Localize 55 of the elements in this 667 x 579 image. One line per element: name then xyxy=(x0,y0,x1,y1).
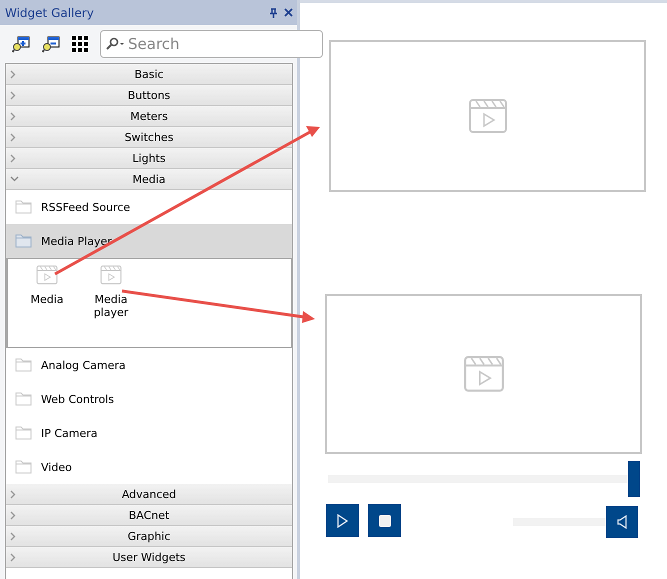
category-header[interactable]: Basic xyxy=(6,64,292,85)
gallery-item[interactable]: Web Controls xyxy=(6,382,292,416)
category-header[interactable]: Buttons xyxy=(6,85,292,106)
chevron-right-icon xyxy=(10,70,16,78)
gallery-item[interactable]: RSSFeed Source xyxy=(6,190,292,224)
clapperboard-icon xyxy=(468,98,508,134)
folder-icon xyxy=(15,392,32,406)
gallery-item[interactable]: IP Camera xyxy=(6,416,292,450)
gallery-item[interactable]: Video xyxy=(6,450,292,484)
search-field[interactable]: Search xyxy=(100,30,323,58)
folder-icon xyxy=(15,426,32,440)
chevron-right-icon xyxy=(10,510,16,520)
zoom-in-grid-icon[interactable] xyxy=(12,35,30,53)
chevron-right-icon xyxy=(10,132,16,142)
clapperboard-icon xyxy=(36,265,58,285)
clapperboard-icon xyxy=(462,355,504,393)
chevron-right-icon xyxy=(10,490,16,498)
progress-slider[interactable] xyxy=(328,461,640,497)
gallery-item[interactable]: Media Player xyxy=(6,224,292,258)
close-icon[interactable] xyxy=(284,8,293,17)
widget-label[interactable]: Media player xyxy=(86,292,136,319)
slider-thumb[interactable] xyxy=(628,461,640,497)
category-header[interactable]: Meters xyxy=(6,106,292,127)
search-icon xyxy=(105,37,125,51)
panel-title: Widget Gallery xyxy=(5,6,95,20)
chevron-down-icon xyxy=(10,176,19,182)
chevron-right-icon xyxy=(10,532,16,540)
stop-icon xyxy=(378,514,390,526)
folder-icon xyxy=(15,460,32,474)
category-header[interactable]: Advanced xyxy=(6,484,292,505)
chevron-right-icon xyxy=(10,112,16,120)
category-header[interactable]: User Widgets xyxy=(6,547,292,568)
category-header[interactable]: Media xyxy=(6,169,292,190)
pin-icon[interactable] xyxy=(269,8,278,18)
grid-icon[interactable] xyxy=(72,36,88,52)
stop-button[interactable] xyxy=(368,504,401,537)
chevron-right-icon xyxy=(10,154,16,162)
folder-icon xyxy=(15,234,32,248)
speaker-icon xyxy=(617,515,627,529)
category-header[interactable]: Switches xyxy=(6,127,292,148)
category-header[interactable]: Graphic xyxy=(6,526,292,547)
volume-button[interactable] xyxy=(606,506,638,538)
chevron-right-icon xyxy=(10,90,16,100)
zoom-out-grid-icon[interactable] xyxy=(42,35,60,53)
folder-icon xyxy=(15,358,32,372)
widget-label[interactable]: Media xyxy=(30,292,64,306)
play-button[interactable] xyxy=(326,504,359,537)
clapperboard-icon xyxy=(100,265,122,285)
folder-icon xyxy=(15,200,32,214)
gallery-item[interactable]: Analog Camera xyxy=(6,348,292,382)
play-icon xyxy=(336,514,348,528)
volume-slider[interactable] xyxy=(513,506,638,538)
chevron-right-icon xyxy=(10,552,16,562)
category-header[interactable]: BACnet xyxy=(6,505,292,526)
category-header[interactable]: Lights xyxy=(6,148,292,169)
